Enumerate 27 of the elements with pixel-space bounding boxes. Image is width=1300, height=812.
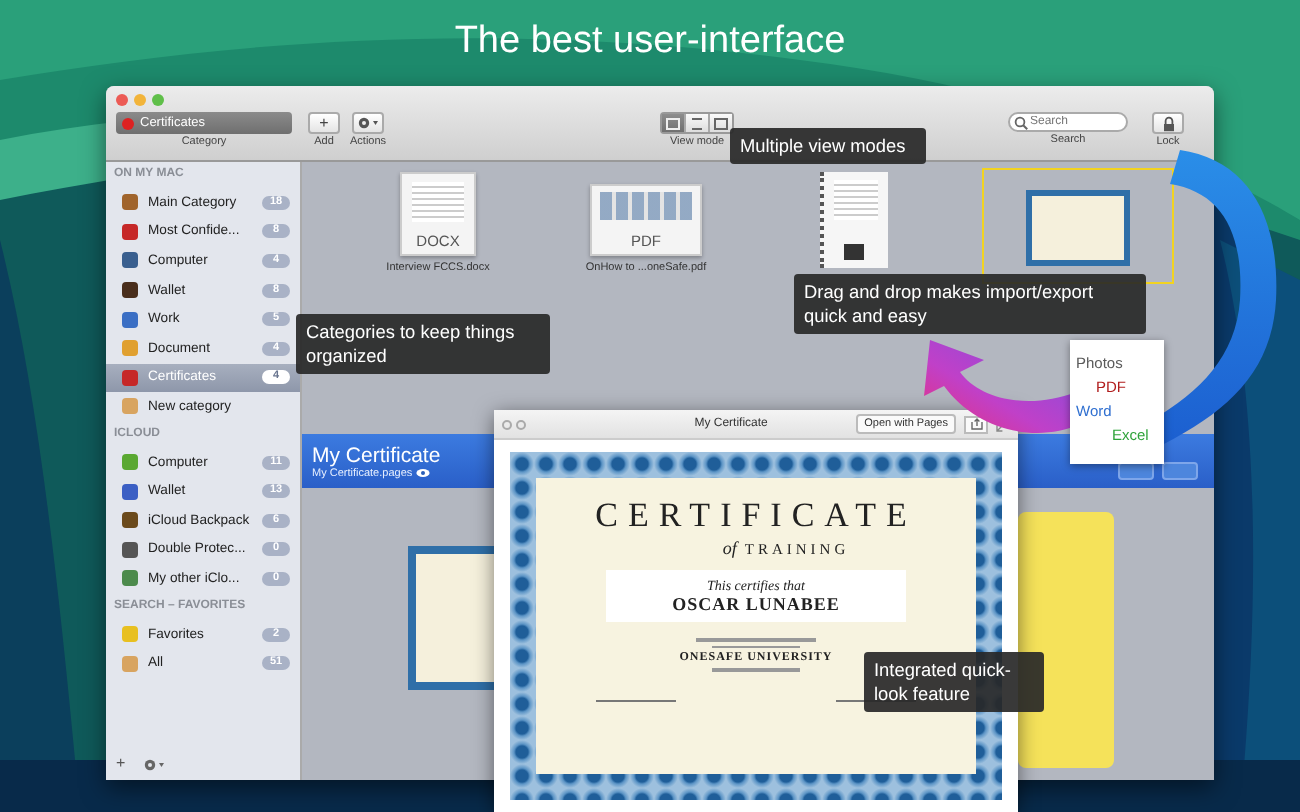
view-mode-button[interactable] (708, 114, 733, 132)
view-mode-button[interactable] (684, 114, 709, 132)
callout-tooltip: Drag and drop makes import/export quick and easy (794, 274, 1146, 334)
view-mode-button[interactable] (662, 114, 685, 132)
recipient-name: OSCAR LUNABEE (672, 594, 840, 614)
fine-print-line (712, 668, 800, 671)
callout-tooltip: Multiple view modes (730, 128, 926, 164)
add-button[interactable]: + (308, 112, 340, 134)
of-text: of (722, 538, 737, 558)
gear-icon[interactable] (141, 757, 166, 771)
fine-print-line (712, 645, 800, 648)
signature-line (596, 699, 676, 701)
certificate-heading: CERTIFICATE (595, 498, 917, 534)
actions-button[interactable] (352, 112, 385, 134)
eye-icon (416, 468, 431, 478)
detail-title: My Certificate (312, 443, 443, 467)
close-button[interactable] (116, 94, 128, 106)
add-category-button[interactable]: + (116, 756, 126, 772)
fine-print-line (696, 638, 816, 641)
lock-icon (1161, 115, 1175, 131)
callout-tooltip: Integrated quick-look feature (864, 652, 1044, 712)
callout-tooltip: Categories to keep things organized (296, 314, 550, 374)
headline: The best user-interface (452, 20, 848, 64)
certificate-thumbnail (1026, 190, 1130, 266)
scanned-page-icon (820, 172, 888, 268)
lock-button[interactable] (1152, 112, 1184, 134)
search-icon (1014, 115, 1028, 129)
